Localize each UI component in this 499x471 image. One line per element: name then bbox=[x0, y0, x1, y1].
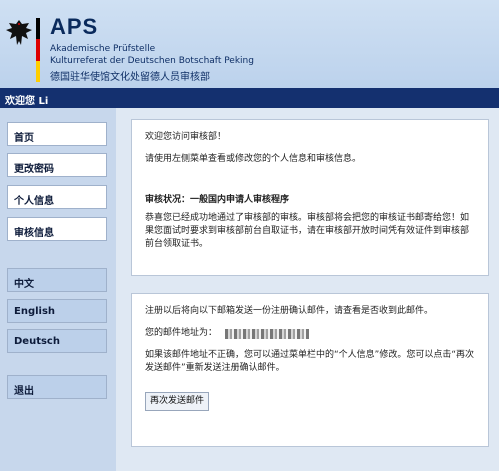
resend-email-button[interactable]: 再次发送邮件 bbox=[145, 392, 210, 411]
sidebar-item-review-info[interactable]: 审核信息 bbox=[7, 217, 107, 241]
greeting-text: 欢迎您访问审核部！ bbox=[145, 132, 227, 142]
sidebar: 首页 更改密码 个人信息 审核信息 中文 English Deutsch 退出 bbox=[0, 108, 116, 471]
site-header: APS Akademische Prüfstelle Kulturreferat… bbox=[0, 0, 499, 88]
header-line-1: Akademische Prüfstelle bbox=[50, 44, 156, 54]
header-line-2: Kulturreferat der Deutschen Botschaft Pe… bbox=[50, 56, 254, 66]
logout-button[interactable]: 退出 bbox=[7, 375, 107, 399]
language-english[interactable]: English bbox=[7, 299, 107, 323]
welcome-text: 欢迎您 Li bbox=[5, 96, 49, 107]
sidebar-item-home[interactable]: 首页 bbox=[7, 122, 107, 146]
sidebar-item-change-password[interactable]: 更改密码 bbox=[7, 153, 107, 177]
german-flag-bar bbox=[36, 18, 40, 82]
review-status-text: 恭喜您已经成功地通过了审核部的审核。审核部将会把您的审核证书邮寄给您！如果您面试… bbox=[145, 213, 470, 249]
language-german[interactable]: Deutsch bbox=[7, 329, 107, 353]
email-incorrect-notice: 如果该邮件地址不正确，您可以通过菜单栏中的“个人信息”修改。您可以点击“再次发送… bbox=[145, 350, 474, 373]
email-address-masked bbox=[225, 328, 310, 339]
info-panel: 欢迎您访问审核部！ 请使用左侧菜单查看或修改您的个人信息和审核信息。 审核状况：… bbox=[131, 119, 489, 276]
welcome-bar: 欢迎您 Li bbox=[0, 88, 499, 108]
email-notice-text: 注册以后将向以下邮箱发送一份注册确认邮件，请查看是否收到此邮件。 bbox=[145, 306, 434, 316]
language-chinese[interactable]: 中文 bbox=[7, 268, 107, 292]
email-panel: 注册以后将向以下邮箱发送一份注册确认邮件，请查看是否收到此邮件。 您的邮件地址为… bbox=[131, 293, 489, 447]
aps-logo-text: APS bbox=[50, 14, 99, 39]
email-row: 您的邮件地址为： bbox=[145, 327, 475, 340]
header-line-3: 德国驻华使馆文化处留德人员审核部 bbox=[50, 72, 210, 83]
sidebar-item-personal-info[interactable]: 个人信息 bbox=[7, 185, 107, 209]
federal-eagle-icon bbox=[6, 20, 32, 45]
instructions-text: 请使用左侧菜单查看或修改您的个人信息和审核信息。 bbox=[145, 154, 362, 164]
email-label: 您的邮件地址为： bbox=[145, 328, 218, 338]
review-status-title: 审核状况：一般国内申请人审核程序 bbox=[145, 195, 290, 205]
